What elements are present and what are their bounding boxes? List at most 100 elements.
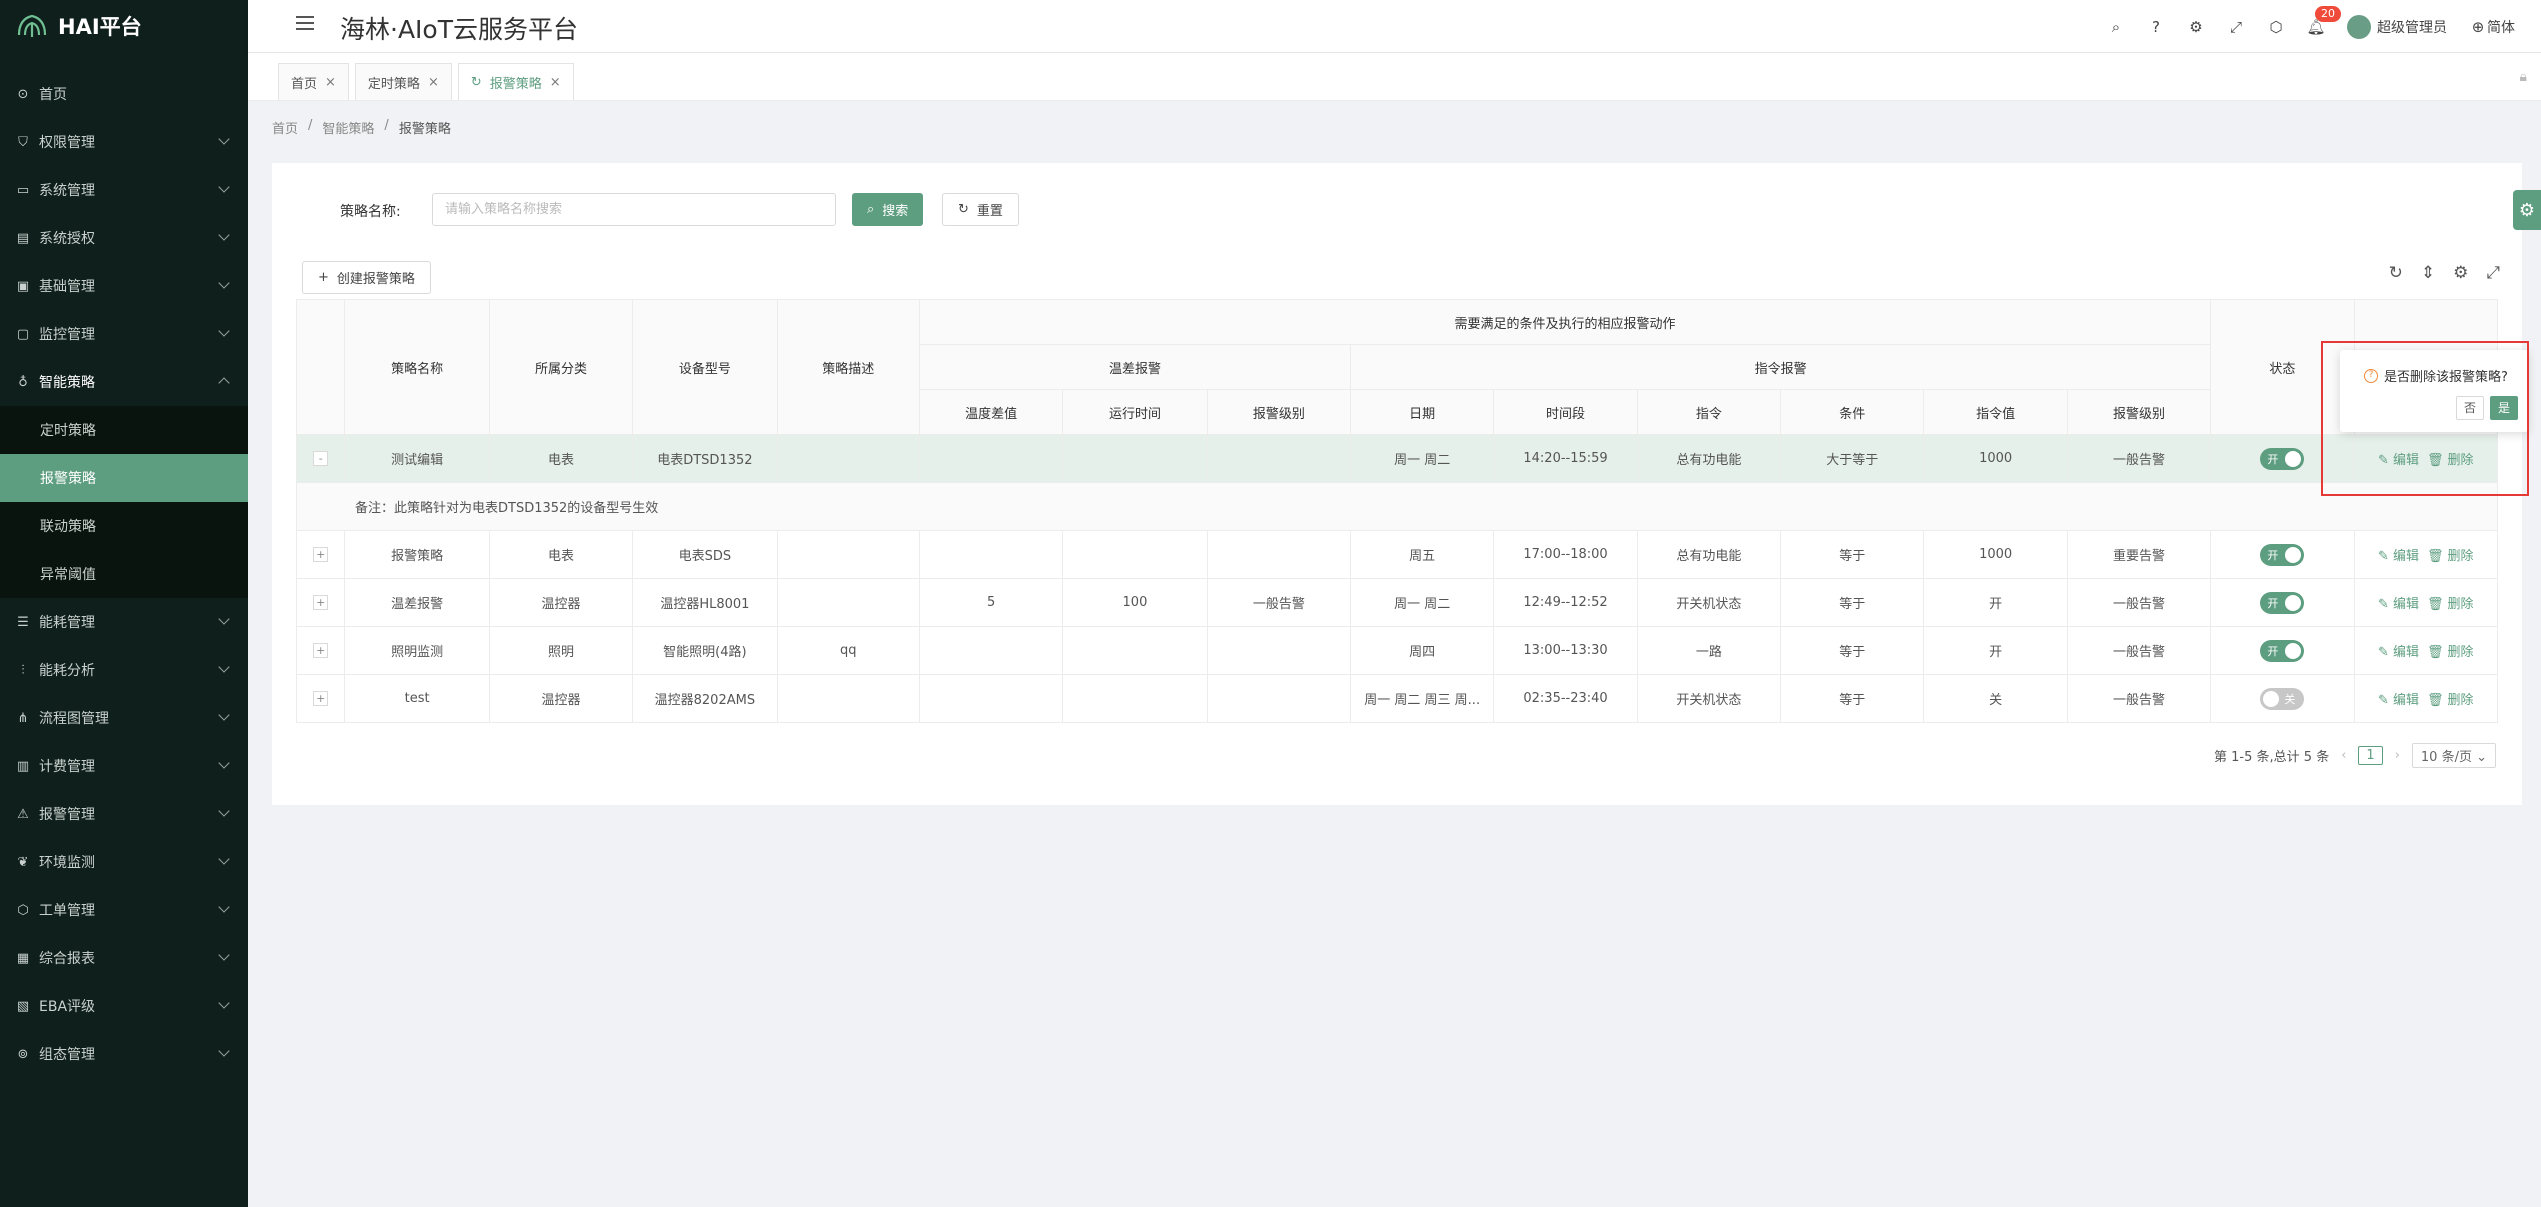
status-toggle[interactable]: 开 [2260, 447, 2305, 470]
sidebar-item-label: 工单管理 [39, 903, 95, 919]
language-switch[interactable]: ⊕ 简体 [2469, 17, 2515, 37]
table-cell-model: 温控器HL8001 [632, 578, 778, 627]
sidebar-item-home[interactable]: ⊙ 首页 [0, 70, 248, 118]
expand-toggle-icon[interactable]: + [313, 547, 329, 562]
tab-timed-strategy[interactable]: 定时策略 × [354, 63, 452, 100]
expand-toggle-icon[interactable]: + [313, 691, 329, 706]
status-toggle[interactable]: 开 [2260, 591, 2305, 614]
menu-fold-icon[interactable] [296, 16, 314, 34]
sidebar-item-energy-analysis[interactable]: ⫶ 能耗分析 [0, 646, 248, 694]
settings-drawer-gear-icon[interactable]: ⚙ [2513, 190, 2541, 230]
search-button[interactable]: ⌕ 搜索 [852, 193, 924, 226]
column-settings-icon[interactable]: ⚙ [2453, 263, 2468, 283]
action-cell: ✎ 编辑 🗑︎ 删除 [2353, 674, 2499, 723]
edit-label: 编辑 [2392, 597, 2419, 612]
status-toggle[interactable]: 开 [2260, 543, 2305, 566]
delete-link[interactable]: 🗑︎ 删除 [2425, 645, 2476, 660]
status-toggle[interactable]: 关 [2260, 687, 2305, 710]
strategy-name-search-input[interactable] [432, 193, 836, 226]
edit-icon: ✎ [2378, 597, 2389, 612]
user-menu[interactable]: 超级管理员 [2347, 14, 2447, 39]
search-icon: ⌕ [867, 202, 875, 217]
expand-toggle-icon[interactable]: + [313, 595, 329, 610]
sidebar-item-eba[interactable]: ▧ EBA评级 [0, 982, 248, 1030]
delete-label: 删除 [2447, 597, 2474, 612]
sidebar-item-config[interactable]: ⊚ 组态管理 [0, 1030, 248, 1078]
page-size-select[interactable]: 10 条/页 ⌄ [2411, 743, 2496, 768]
cube-icon[interactable]: ⬡ [2267, 18, 2285, 36]
sidebar-subitem-timed[interactable]: 定时策略 [0, 406, 248, 454]
sidebar-item-billing[interactable]: ▥ 计费管理 [0, 742, 248, 790]
reset-icon: ↻ [958, 202, 969, 217]
sidebar-item-system[interactable]: ▭ 系统管理 [0, 166, 248, 214]
edit-link[interactable]: ✎ 编辑 [2376, 597, 2421, 612]
page-number[interactable]: 1 [2358, 746, 2383, 765]
next-page-icon[interactable]: › [2395, 748, 2400, 763]
sidebar-item-workorder[interactable]: ⬡ 工单管理 [0, 886, 248, 934]
table-cell-date: 周一 周二 [1349, 578, 1495, 627]
table-cell-run-time [1062, 674, 1208, 723]
highlight-annotation-box [2321, 341, 2529, 496]
table-row: + 报警策略 电表 电表SDS 周五 17:00--18:00 总有功电能 等于 1000 重要告… [295, 530, 2499, 579]
status-toggle[interactable]: 开 [2260, 639, 2305, 662]
chevron-down-icon [218, 229, 230, 241]
sidebar-subitem-threshold[interactable]: 异常阈值 [0, 550, 248, 598]
table-cell-temp-level [1206, 434, 1352, 483]
sidebar-item-label: 环境监测 [39, 855, 95, 871]
table-cell-temp-level [1206, 626, 1352, 675]
sidebar-subitem-alarm[interactable]: 报警策略 [0, 454, 248, 502]
sidebar-item-alarm[interactable]: ⚠ 报警管理 [0, 790, 248, 838]
fullscreen-icon[interactable]: ⤢ [2486, 263, 2500, 283]
table-cell-model: 电表SDS [632, 530, 778, 579]
tab-home[interactable]: 首页 × [278, 63, 349, 100]
close-icon[interactable]: × [325, 75, 336, 90]
edit-icon: ✎ [2378, 645, 2389, 660]
sidebar-item-license[interactable]: ▤ 系统授权 [0, 214, 248, 262]
density-icon[interactable]: ⇕ [2421, 263, 2435, 283]
gear-icon[interactable]: ⚙ [2187, 18, 2205, 36]
close-icon[interactable]: × [550, 75, 561, 90]
tab-alarm-strategy[interactable]: ↻ 报警策略 × [457, 63, 574, 100]
sidebar-item-energy[interactable]: ☰ 能耗管理 [0, 598, 248, 646]
trash-icon: 🗑︎ [2426, 549, 2444, 564]
bell-icon[interactable]: 🔔︎ 20 [2306, 5, 2341, 36]
sidebar-item-permissions[interactable]: ⛉ 权限管理 [0, 118, 248, 166]
delete-link[interactable]: 🗑︎ 删除 [2425, 549, 2476, 564]
sidebar-item-environment[interactable]: ❦ 环境监测 [0, 838, 248, 886]
search-icon[interactable]: ⌕ [2107, 18, 2125, 36]
sidebar-item-monitor[interactable]: ▢ 监控管理 [0, 310, 248, 358]
fullscreen-icon[interactable]: ⤢ [2227, 18, 2245, 36]
edit-icon: ✎ [2378, 693, 2389, 708]
table-cell-temp-level: 一般告警 [1206, 578, 1352, 627]
edit-link[interactable]: ✎ 编辑 [2376, 549, 2421, 564]
sidebar-item-label: 系统管理 [39, 183, 95, 199]
logo[interactable]: HAI平台 [0, 0, 248, 52]
table-cell-cmd-val: 开 [1923, 578, 2068, 627]
close-icon[interactable]: × [428, 75, 439, 90]
refresh-icon[interactable]: ↻ [471, 75, 482, 90]
prev-page-icon[interactable]: ‹ [2341, 748, 2346, 763]
sidebar-subitem-linkage[interactable]: 联动策略 [0, 502, 248, 550]
table-cell-temp-diff [918, 674, 1064, 723]
edit-link[interactable]: ✎ 编辑 [2376, 645, 2421, 660]
sidebar-item-smart-strategy[interactable]: ♁ 智能策略 [0, 358, 248, 406]
reset-button[interactable]: ↻ 重置 [942, 193, 1019, 226]
action-cell: ✎ 编辑 🗑︎ 删除 [2353, 578, 2499, 627]
delete-link[interactable]: 🗑︎ 删除 [2425, 597, 2476, 612]
expand-toggle-icon[interactable]: + [313, 643, 329, 658]
breadcrumb-item[interactable]: 智能策略 [322, 118, 374, 137]
edit-link[interactable]: ✎ 编辑 [2376, 693, 2421, 708]
delete-link[interactable]: 🗑︎ 删除 [2425, 693, 2476, 708]
sidebar-item-basic[interactable]: ▣ 基础管理 [0, 262, 248, 310]
table-cell-desc [776, 434, 920, 483]
breadcrumb-item[interactable]: 首页 [272, 118, 298, 137]
table-cell-time-range: 02:35--23:40 [1493, 674, 1638, 723]
lock-icon[interactable]: 🔒︎ [2520, 69, 2527, 85]
chevron-down-icon [218, 709, 230, 721]
help-icon[interactable]: ? [2147, 18, 2165, 36]
sidebar-item-flow[interactable]: ⋔ 流程图管理 [0, 694, 248, 742]
reload-icon[interactable]: ↻ [2389, 263, 2403, 283]
expand-toggle-icon[interactable]: - [313, 451, 329, 466]
create-alarm-strategy-button[interactable]: + 创建报警策略 [302, 261, 431, 294]
sidebar-item-report[interactable]: ▦ 综合报表 [0, 934, 248, 982]
